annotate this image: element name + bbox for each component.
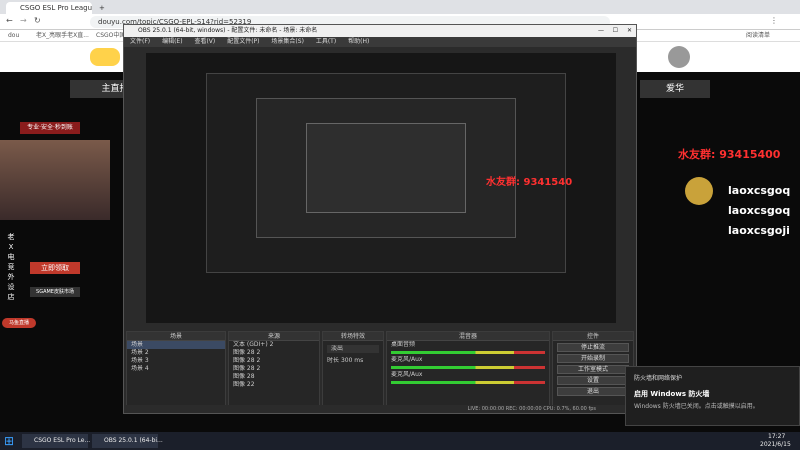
taskbar: ⊞ CSGO ESL Pro Le... OBS 25.0.1 (64-bi..… (0, 432, 800, 450)
firewall-notification[interactable]: 防火墙和网络保护 启用 Windows 防火墙 Windows 防火墙已关闭。点… (625, 366, 800, 426)
menu-help[interactable]: 帮助(H) (348, 38, 369, 45)
id-label: laoxcsgoq (728, 204, 791, 217)
source-item[interactable]: 图像 28 2 (229, 349, 319, 357)
qq-group-label: 水友群: 9341540 (486, 177, 573, 188)
clock-time: 17:27 (768, 433, 786, 440)
reload-icon[interactable]: ↻ (34, 16, 41, 25)
notification-body: Windows 防火墙已关闭。点击或触摸以启用。 (634, 403, 759, 410)
mixer-track-label: 桌面音频 (391, 341, 416, 348)
bookmark-item[interactable]: dou (8, 30, 19, 42)
bookmark-item[interactable]: 老X_亮眼手老X直... (36, 30, 89, 42)
menu-icon[interactable]: ⋮ (770, 16, 778, 25)
taskbar-item-obs[interactable]: OBS 25.0.1 (64-bi... (92, 434, 163, 448)
id-label: laoxcsgoq (728, 184, 791, 197)
menu-profile[interactable]: 配置文件(P) (227, 38, 259, 45)
mixer-track-label: 麦克风/Aux (391, 371, 423, 378)
new-tab-button[interactable]: + (96, 2, 110, 14)
source-item[interactable]: 图像 22 (229, 381, 319, 389)
scenes-dock: 场景 场景 场景 2 场景 3 场景 4 (126, 331, 226, 413)
tab-label: CSGO ESL Pro League S14 (20, 4, 92, 12)
minimize-icon[interactable]: — (598, 25, 604, 37)
scene-item[interactable]: 场景 3 (127, 357, 225, 365)
close-icon[interactable]: ✕ (627, 25, 632, 37)
mixer-dock: 混音器 桌面音频 麦克风/Aux 麦克风/Aux (386, 331, 550, 413)
source-item[interactable]: 图像 28 2 (229, 357, 319, 365)
volume-meter (391, 351, 545, 354)
studio-mode-button[interactable]: 工作室模式 (557, 365, 629, 374)
promo-text: 专业·安全·秒到账 (20, 122, 80, 134)
browser-tab-bar: CSGO ESL Pro League S14 + (0, 0, 800, 14)
maximize-icon[interactable]: ☐ (613, 25, 618, 37)
notification-header: 防火墙和网络保护 (634, 375, 683, 382)
source-item[interactable]: 文本 (GDI+) 2 (229, 341, 319, 349)
webcam-feed (0, 140, 110, 220)
notification-title: 启用 Windows 防火墙 (634, 390, 710, 398)
menu-edit[interactable]: 编辑(E) (162, 38, 182, 45)
avatar[interactable] (668, 46, 690, 68)
start-recording-button[interactable]: 开始录制 (557, 354, 629, 363)
stop-streaming-button[interactable]: 停止推流 (557, 343, 629, 352)
menu-view[interactable]: 查看(V) (194, 38, 215, 45)
douyu-badge: 马鱼直播 (2, 318, 36, 328)
menu-tools[interactable]: 工具(T) (316, 38, 336, 45)
claim-button[interactable]: 立即领取 (30, 262, 80, 274)
obs-window: OBS 25.0.1 (64-bit, windows) - 配置文件: 未命名… (123, 24, 637, 414)
taskbar-item-browser[interactable]: CSGO ESL Pro Le... (22, 434, 90, 448)
qq-group-label: 水友群: 93415400 (678, 148, 781, 161)
duration-label: 时长 300 ms (327, 357, 364, 364)
scene-item[interactable]: 场景 4 (127, 365, 225, 373)
forward-icon[interactable]: → (20, 16, 27, 25)
recursive-preview (306, 123, 466, 213)
volume-meter (391, 381, 545, 384)
transition-select[interactable]: 淡出 (327, 345, 379, 353)
sources-dock: 来源 文本 (GDI+) 2 图像 28 2 图像 28 2 图像 28 2 图… (228, 331, 320, 413)
source-item[interactable]: 图像 28 2 (229, 365, 319, 373)
volume-meter (391, 366, 545, 369)
back-icon[interactable]: ← (6, 16, 13, 25)
scene-item[interactable]: 场景 (127, 341, 225, 349)
start-icon[interactable]: ⊞ (4, 434, 14, 448)
exit-button[interactable]: 退出 (557, 387, 629, 396)
menu-scene-collection[interactable]: 场景集合(S) (271, 38, 304, 45)
obs-preview[interactable]: 水友群: 9341540 (146, 53, 616, 323)
douyu-logo (90, 48, 120, 66)
obs-menu-bar: 文件(F) 编辑(E) 查看(V) 配置文件(P) 场景集合(S) 工具(T) … (124, 37, 636, 47)
source-item[interactable]: 图像 28 (229, 373, 319, 381)
duration-input[interactable]: 300 ms (341, 357, 363, 364)
settings-button[interactable]: 设置 (557, 376, 629, 385)
controls-dock: 控件 停止推流 开始录制 工作室模式 设置 退出 (552, 331, 634, 413)
tab-csgo-esl[interactable]: CSGO ESL Pro League S14 (6, 2, 92, 14)
mixer-track-label: 麦克风/Aux (391, 356, 423, 363)
sgame-label: SGAME皮肤市场 (30, 287, 80, 297)
host-name-label: 爱华 (640, 80, 710, 98)
clock-date: 2021/6/15 (760, 441, 791, 448)
obs-status-bar: LIVE: 00:00:00 REC: 00:00:00 CPU: 0.7%, … (124, 405, 636, 413)
scene-item[interactable]: 场景 2 (127, 349, 225, 357)
id-label: laoxcsgoji (728, 224, 790, 237)
side-vertical-text: 老X电竞外设店 (7, 233, 15, 301)
obs-title-bar: OBS 25.0.1 (64-bit, windows) - 配置文件: 未命名… (124, 25, 636, 37)
reading-list[interactable]: 阅读清单 (746, 30, 770, 42)
transitions-dock: 转场特效 淡出 时长 300 ms (322, 331, 384, 413)
gold-medal-icon (685, 177, 713, 205)
menu-file[interactable]: 文件(F) (130, 38, 150, 45)
